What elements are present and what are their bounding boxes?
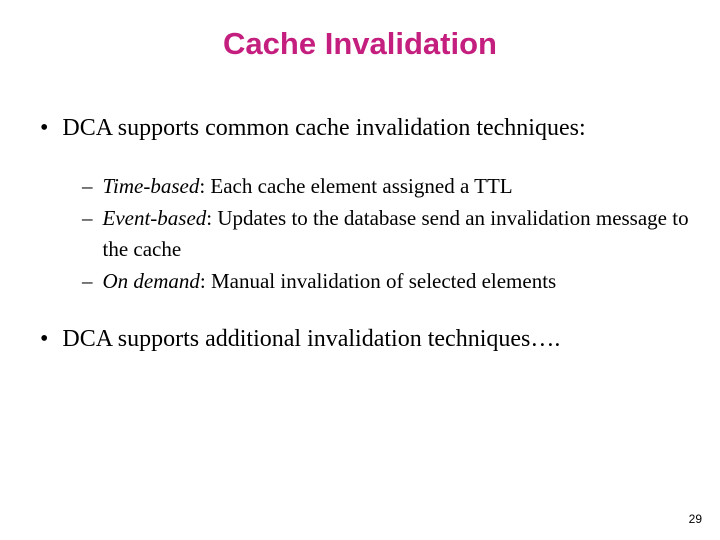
sub-item-on-demand: – On demand: Manual invalidation of sele… xyxy=(82,266,692,296)
sub-item-event-based: – Event-based: Updates to the database s… xyxy=(82,203,692,264)
bullet-dot-icon: • xyxy=(40,114,48,143)
sub-item-text: Event-based: Updates to the database sen… xyxy=(103,203,693,264)
bullet-dot-icon: • xyxy=(40,325,48,354)
bullet-item-2: • DCA supports additional invalidation t… xyxy=(34,325,692,354)
bullet-text: DCA supports common cache invalidation t… xyxy=(62,114,585,143)
dash-icon: – xyxy=(82,171,93,201)
sub-list: – Time-based: Each cache element assigne… xyxy=(82,171,692,297)
bullet-text: DCA supports additional invalidation tec… xyxy=(62,325,560,354)
bullet-item-1: • DCA supports common cache invalidation… xyxy=(34,114,692,143)
sub-item-label: On demand xyxy=(103,269,200,293)
sub-item-time-based: – Time-based: Each cache element assigne… xyxy=(82,171,692,201)
sub-item-label: Time-based xyxy=(103,174,200,198)
sub-item-desc: : Each cache element assigned a TTL xyxy=(199,174,512,198)
sub-item-text: Time-based: Each cache element assigned … xyxy=(103,171,693,201)
dash-icon: – xyxy=(82,266,93,296)
sub-item-desc: : Manual invalidation of selected elemen… xyxy=(200,269,556,293)
slide-title: Cache Invalidation xyxy=(28,26,692,62)
slide: Cache Invalidation • DCA supports common… xyxy=(0,0,720,540)
page-number: 29 xyxy=(689,512,702,526)
sub-item-label: Event-based xyxy=(103,206,207,230)
sub-item-text: On demand: Manual invalidation of select… xyxy=(103,266,693,296)
dash-icon: – xyxy=(82,203,93,233)
